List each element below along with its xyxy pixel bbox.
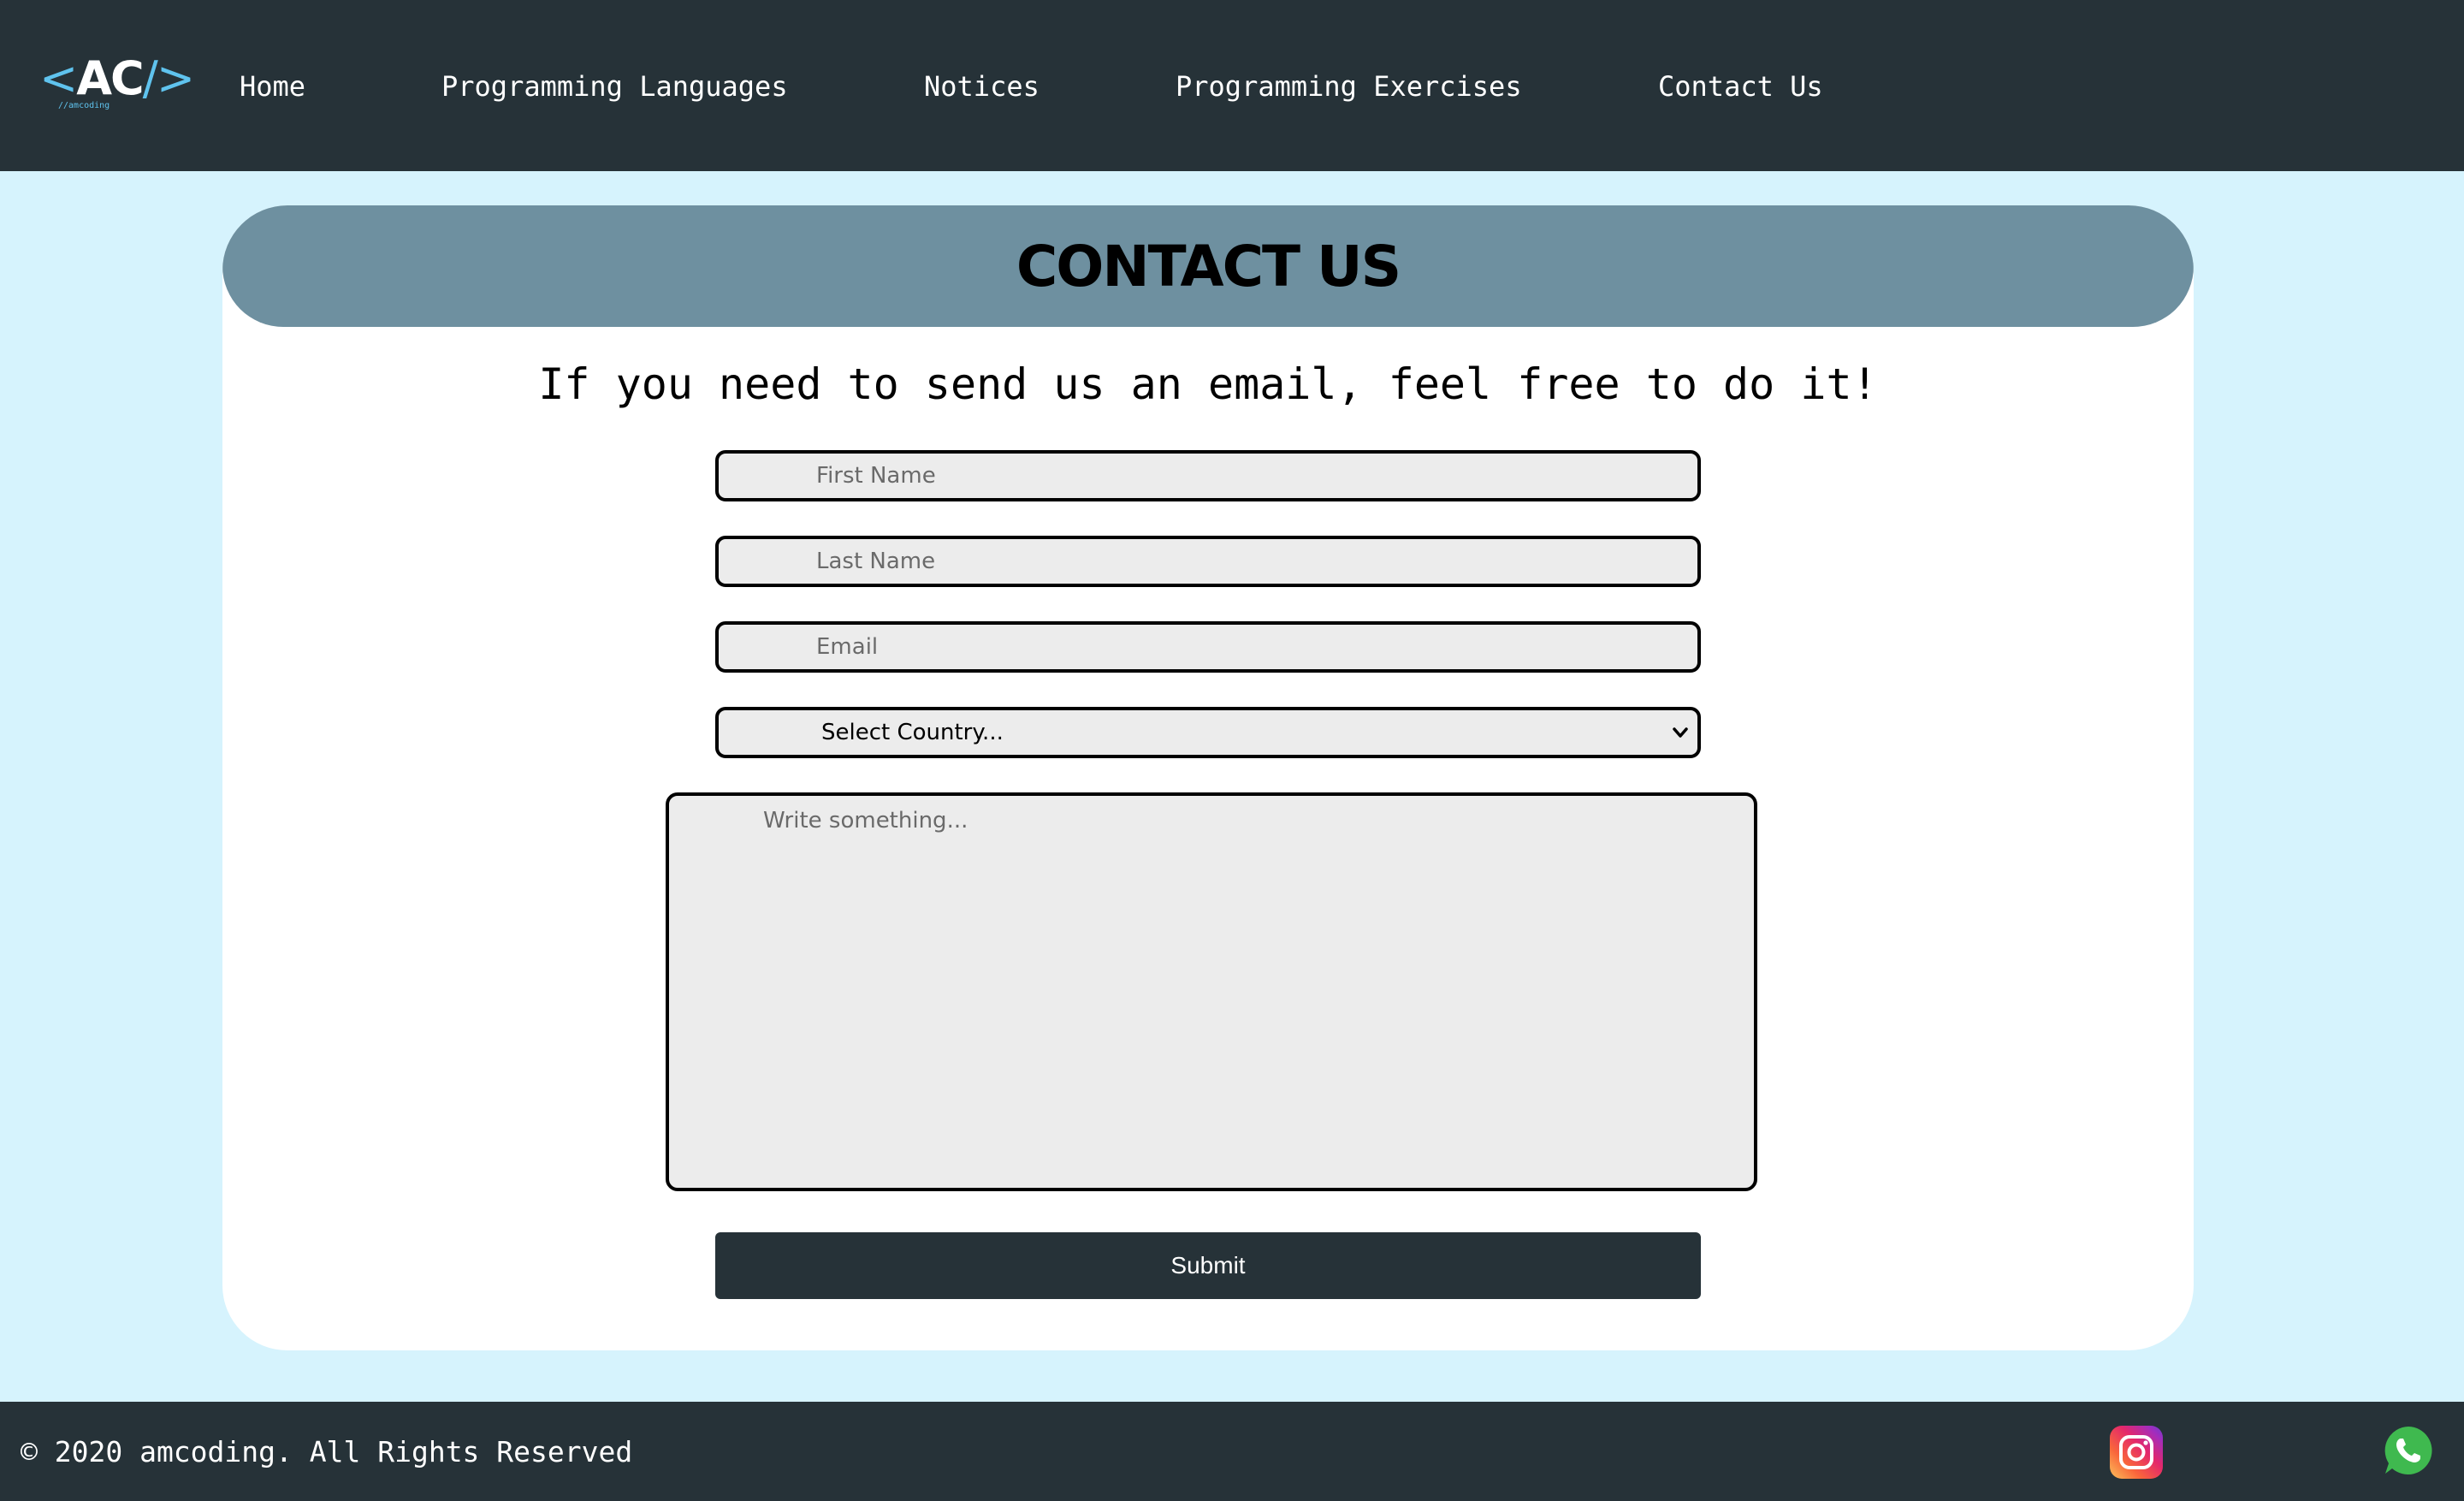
page-title: CONTACT US: [1016, 233, 1401, 300]
contact-card: CONTACT US If you need to send us an ema…: [222, 205, 2194, 1350]
nav-link-contact-us[interactable]: Contact Us: [1658, 67, 1823, 106]
page-footer: © 2020 amcoding. All Rights Reserved: [0, 1402, 2464, 1501]
message-textarea[interactable]: [666, 792, 1757, 1191]
logo-subtitle: //amcoding: [58, 101, 110, 110]
email-input[interactable]: [715, 621, 1701, 673]
nav-link-programming-exercises[interactable]: Programming Exercises: [1176, 67, 1522, 106]
nav-link-programming-languages[interactable]: Programming Languages: [441, 67, 788, 106]
top-navbar: <AC/> //amcoding Home Programming Langua…: [0, 0, 2464, 171]
contact-header-bar: CONTACT US: [222, 205, 2194, 327]
nav-link-home[interactable]: Home: [240, 67, 305, 106]
copyright-text: © 2020 amcoding. All Rights Reserved: [21, 1435, 633, 1468]
chevron-down-icon: [1673, 727, 1688, 738]
country-select-value: Select Country...: [821, 720, 1004, 745]
nav-link-notices[interactable]: Notices: [924, 67, 1040, 106]
site-logo[interactable]: <AC/> //amcoding: [39, 51, 195, 116]
whatsapp-icon[interactable]: [2382, 1424, 2435, 1477]
logo-text: AC: [76, 51, 144, 105]
intro-text: If you need to send us an email, feel fr…: [538, 359, 1878, 409]
submit-button[interactable]: Submit: [715, 1232, 1701, 1299]
country-select[interactable]: Select Country...: [715, 707, 1701, 758]
last-name-input[interactable]: [715, 536, 1701, 587]
first-name-input[interactable]: [715, 450, 1701, 501]
instagram-icon[interactable]: [2110, 1426, 2163, 1479]
